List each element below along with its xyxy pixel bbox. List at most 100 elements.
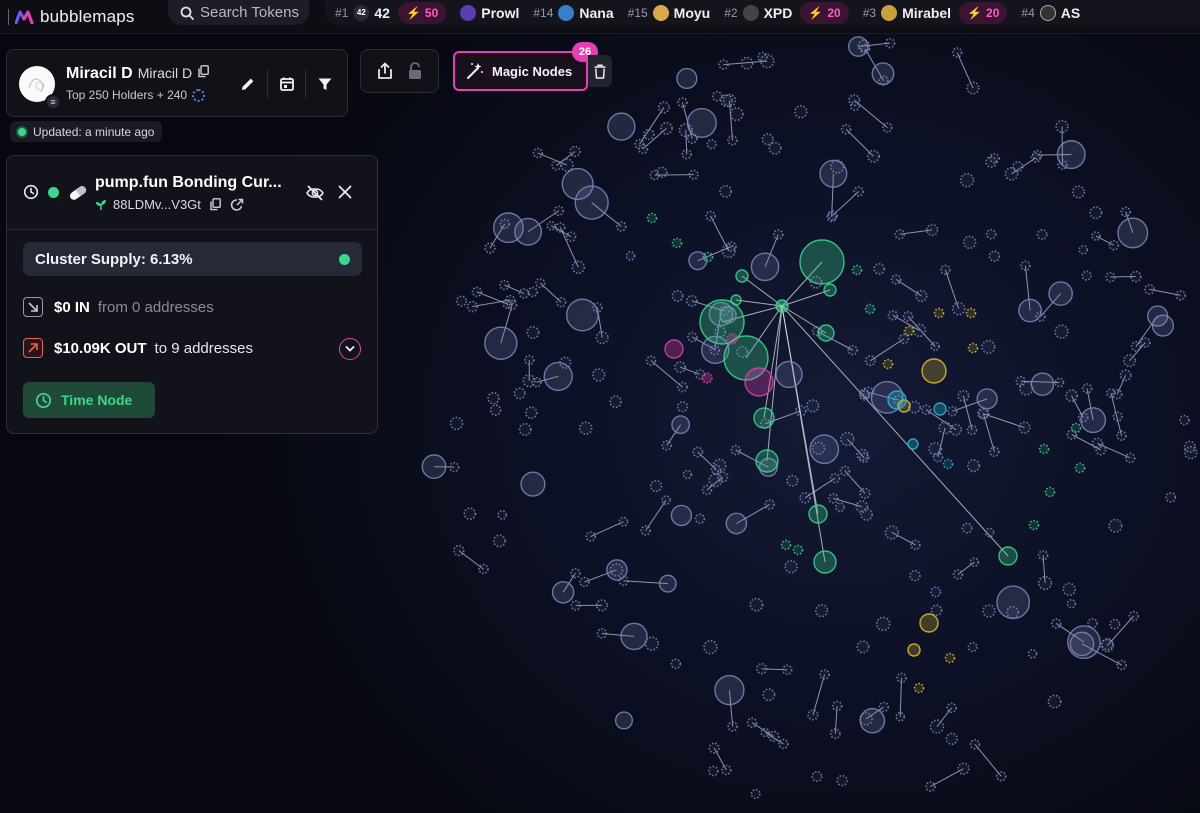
wallet-bubble[interactable] (616, 221, 627, 232)
wallet-bubble[interactable] (750, 252, 780, 282)
wallet-bubble[interactable] (764, 499, 775, 510)
wallet-bubble[interactable] (829, 472, 841, 484)
wallet-bubble[interactable] (421, 454, 447, 480)
wallet-bubble[interactable] (727, 135, 738, 146)
wallet-bubble[interactable] (527, 286, 539, 298)
wallet-bubble[interactable] (887, 390, 907, 410)
wallet-bubble[interactable] (645, 355, 657, 366)
cluster-supply-bar[interactable]: Cluster Supply: 6.13% (23, 242, 362, 276)
wallet-bubble[interactable] (957, 762, 970, 775)
wallet-bubble[interactable] (853, 186, 864, 197)
wallet-bubble[interactable] (920, 404, 932, 415)
wallet-bubble[interactable] (703, 639, 718, 655)
wallet-bubble[interactable] (781, 664, 793, 676)
wallet-bubble[interactable] (814, 603, 829, 618)
wallet-bubble[interactable] (492, 212, 524, 244)
time-node-button[interactable]: Time Node (23, 382, 155, 418)
wallet-bubble[interactable] (744, 367, 774, 397)
wallet-bubble[interactable] (523, 354, 535, 366)
wallet-bubble[interactable] (1027, 648, 1038, 659)
wallet-bubble[interactable] (933, 307, 945, 319)
wallet-bubble[interactable] (1091, 231, 1101, 241)
wallet-bubble[interactable] (730, 294, 742, 306)
wallet-bubble[interactable] (1120, 206, 1132, 218)
wallet-bubble[interactable] (592, 368, 606, 382)
wallet-bubble[interactable] (969, 738, 981, 750)
wallet-bubble[interactable] (890, 274, 902, 285)
wallet-bubble[interactable] (976, 388, 998, 410)
wallet-bubble[interactable] (966, 81, 980, 95)
wallet-bubble[interactable] (817, 324, 835, 342)
wallet-bubble[interactable] (944, 652, 956, 664)
wallet-bubble[interactable] (1146, 305, 1169, 327)
wallet-bubble[interactable] (967, 459, 981, 473)
hide-eye-icon[interactable] (305, 184, 325, 202)
wallet-bubble[interactable] (878, 701, 890, 713)
trending-item[interactable]: #3 Mirabel ⚡ 20 (863, 1, 1008, 24)
wallet-bubble[interactable] (471, 286, 483, 298)
wallet-bubble[interactable] (786, 474, 799, 487)
wallet-bubble[interactable] (907, 643, 921, 657)
wallet-bubble[interactable] (903, 325, 915, 337)
wallet-bubble[interactable] (520, 471, 546, 497)
wallet-bubble[interactable] (1036, 229, 1048, 241)
wallet-bubble[interactable] (762, 688, 776, 702)
wallet-bubble[interactable] (1117, 217, 1149, 249)
wallet-bubble[interactable] (929, 719, 945, 734)
wallet-bubble[interactable] (784, 559, 798, 574)
wallet-bubble[interactable] (1116, 659, 1127, 671)
wallet-bubble[interactable] (546, 220, 557, 231)
wallet-bubble[interactable] (839, 465, 851, 477)
wallet-bubble[interactable] (463, 507, 477, 521)
wallet-bubble[interactable] (674, 361, 687, 374)
wallet-bubble[interactable] (524, 406, 538, 420)
wallet-bubble[interactable] (746, 717, 758, 728)
wallet-bubble[interactable] (794, 104, 808, 119)
wallet-bubble[interactable] (618, 516, 629, 527)
wallet-bubble[interactable] (959, 173, 975, 188)
wallet-bubble[interactable] (996, 585, 1031, 620)
wallet-bubble[interactable] (977, 407, 990, 420)
wallet-bubble[interactable] (794, 405, 807, 417)
wallet-bubble[interactable] (620, 622, 648, 651)
wallet-bubble[interactable] (708, 765, 719, 777)
wallet-bubble[interactable] (866, 149, 880, 163)
wallet-bubble[interactable] (1129, 270, 1142, 283)
wallet-bubble[interactable] (1119, 369, 1132, 382)
wallet-bubble[interactable] (671, 237, 683, 249)
wallet-bubble[interactable] (694, 513, 706, 525)
calendar-button[interactable] (267, 70, 305, 98)
wallet-bubble[interactable] (526, 326, 540, 340)
wallet-bubble[interactable] (895, 711, 906, 722)
wallet-bubble[interactable] (607, 112, 636, 141)
wallet-bubble[interactable] (984, 527, 995, 538)
wallet-bubble[interactable] (658, 574, 677, 593)
wallet-bubble[interactable] (859, 487, 871, 500)
wallet-bubble[interactable] (710, 464, 722, 475)
wallet-bubble[interactable] (778, 738, 789, 750)
wallet-bubble[interactable] (677, 381, 688, 393)
wallet-bubble[interactable] (609, 395, 622, 409)
wallet-bubble[interactable] (1048, 281, 1073, 306)
trending-item[interactable]: #2 XPD ⚡ 20 (724, 1, 849, 24)
wallet-bubble[interactable] (1111, 389, 1123, 400)
trending-item[interactable]: #14 Nana (533, 4, 614, 21)
wallet-bubble[interactable] (1012, 161, 1024, 173)
wallet-bubble[interactable] (772, 229, 784, 240)
wallet-bubble[interactable] (735, 269, 749, 283)
wallet-bubble[interactable] (570, 567, 581, 579)
wallet-bubble[interactable] (729, 107, 744, 122)
wallet-bubble[interactable] (967, 342, 979, 354)
wallet-bubble[interactable] (625, 251, 636, 261)
wallet-bubble[interactable] (749, 597, 764, 612)
wallet-bubble[interactable] (1055, 119, 1069, 134)
wallet-bubble[interactable] (1044, 486, 1056, 498)
wallet-bubble[interactable] (518, 422, 532, 436)
wallet-bubble[interactable] (1054, 324, 1069, 339)
wallet-bubble[interactable] (1108, 239, 1120, 251)
trending-item[interactable]: #1 42 42 ⚡ 50 (335, 1, 447, 24)
wallet-bubble[interactable] (708, 742, 720, 754)
wallet-bubble[interactable] (609, 563, 624, 577)
wallet-bubble[interactable] (1179, 414, 1190, 426)
wallet-bubble[interactable] (757, 51, 768, 63)
